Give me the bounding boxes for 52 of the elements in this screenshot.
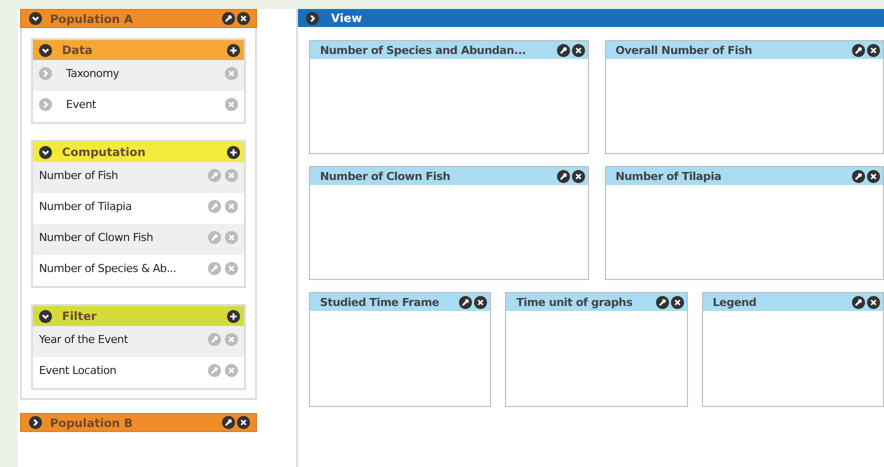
close-icon[interactable]: [866, 296, 880, 308]
wrench-icon[interactable]: [556, 170, 570, 182]
card-title: Overall Number of Fish: [616, 44, 754, 56]
wrench-icon[interactable]: [852, 44, 865, 56]
section-title: Computation: [62, 145, 147, 159]
close-icon[interactable]: [237, 416, 250, 429]
close-icon[interactable]: [572, 170, 584, 182]
card-title: Legend: [712, 296, 758, 308]
card-title: Studied Time Frame: [320, 296, 440, 308]
card-title: Number of Clown Fish: [320, 170, 452, 182]
close-icon[interactable]: [237, 12, 250, 25]
item-label: Year of the Event: [39, 333, 129, 346]
section-header[interactable]: Data: [33, 40, 244, 60]
chevron-right-icon[interactable]: [29, 416, 42, 429]
view-title: View: [331, 11, 364, 25]
wrench-icon[interactable]: [459, 296, 472, 308]
chevron-down-icon[interactable]: [39, 44, 52, 56]
population-title: Population A: [50, 12, 134, 26]
item-label: Number of Clown Fish: [39, 231, 154, 244]
close-icon[interactable]: [572, 44, 584, 56]
item-label: Number of Species & Ab...: [39, 262, 178, 275]
add-icon[interactable]: [227, 310, 240, 322]
population-title: Population B: [50, 416, 134, 430]
item-label: Number of Fish: [39, 169, 119, 182]
wrench-icon[interactable]: [222, 416, 235, 429]
add-icon[interactable]: [227, 146, 240, 158]
card-title: Number of Tilapia: [616, 170, 722, 182]
card-title: Number of Species and Abundan...: [320, 44, 527, 56]
close-icon[interactable]: [474, 296, 488, 308]
chevron-down-icon[interactable]: [39, 310, 52, 322]
item-label: Taxonomy: [65, 67, 120, 80]
item-label: Event Location: [39, 364, 118, 377]
section-title: Data: [62, 43, 94, 57]
chevron-down-icon[interactable]: [29, 12, 42, 25]
wrench-icon[interactable]: [556, 44, 570, 56]
wrench-icon[interactable]: [852, 170, 865, 182]
add-icon[interactable]: [227, 44, 240, 56]
wrench-icon[interactable]: [852, 296, 865, 308]
card-title: Time unit of graphs: [516, 296, 634, 308]
item-label: Event: [65, 98, 98, 111]
item-label: Number of Tilapia: [39, 200, 133, 213]
wrench-icon[interactable]: [222, 12, 235, 25]
section-header[interactable]: Filter: [33, 306, 244, 326]
chevron-right-icon[interactable]: [306, 12, 319, 24]
close-icon[interactable]: [867, 44, 880, 56]
section-header[interactable]: Computation: [33, 142, 244, 162]
close-icon[interactable]: [670, 296, 684, 308]
section-title: Filter: [62, 309, 98, 323]
close-icon[interactable]: [867, 170, 880, 182]
wrench-icon[interactable]: [656, 296, 669, 308]
chevron-down-icon[interactable]: [39, 146, 52, 158]
view-header[interactable]: View: [298, 9, 884, 27]
